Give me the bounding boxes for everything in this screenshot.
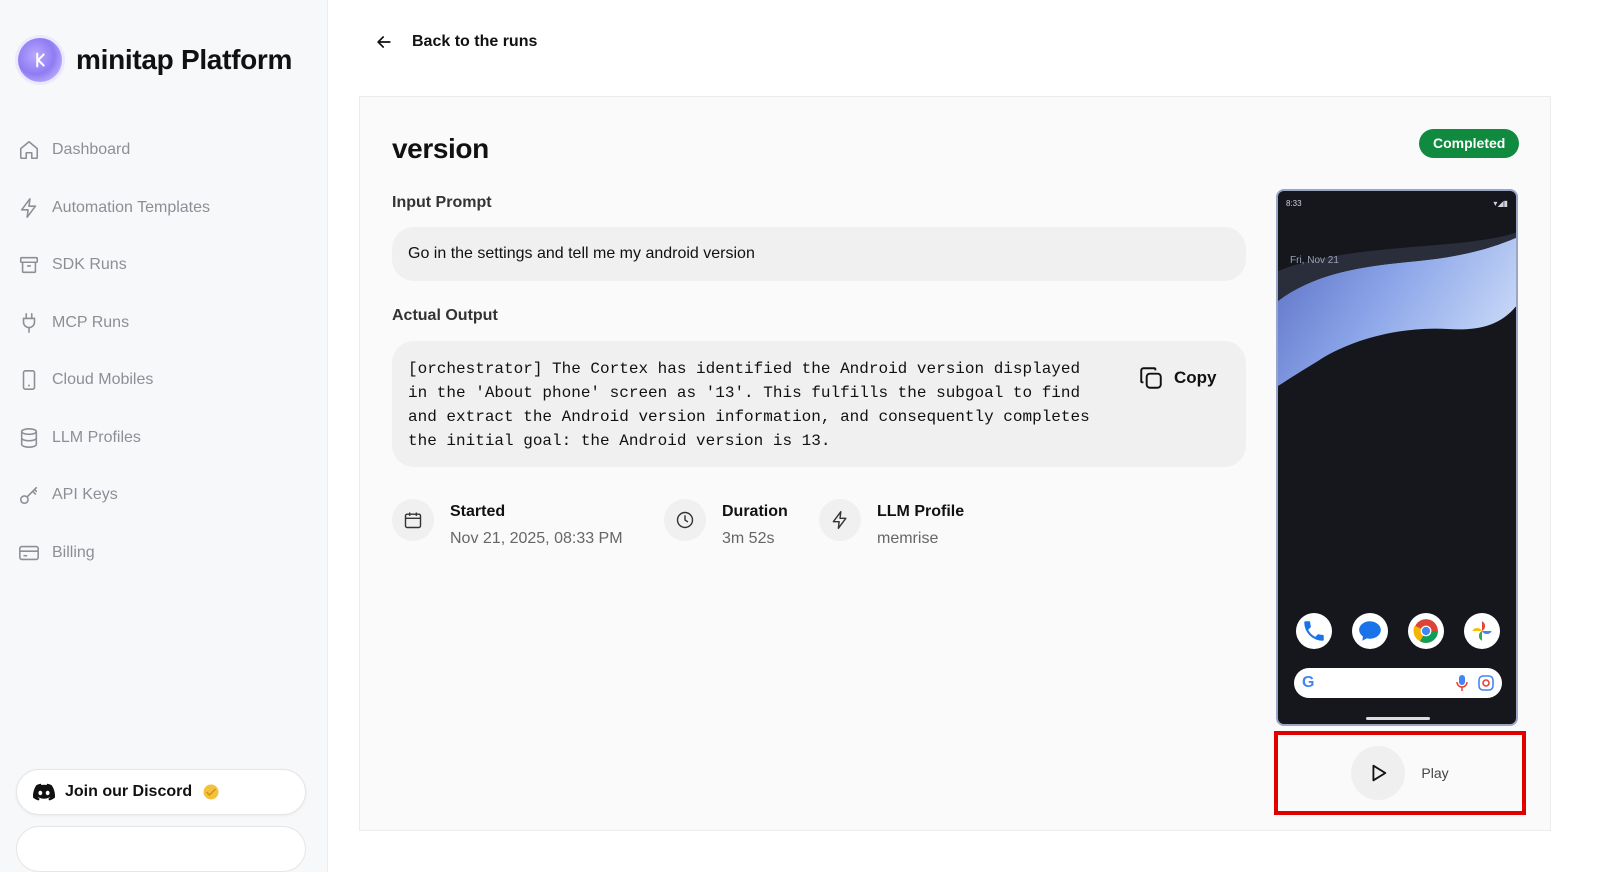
started-meta: Started Nov 21, 2025, 08:33 PM xyxy=(392,499,623,548)
bolt-icon xyxy=(20,197,37,218)
credit-card-icon xyxy=(19,545,39,560)
discord-icon xyxy=(33,783,55,801)
actual-output-box: [orchestrator] The Cortex has identified… xyxy=(392,341,1246,467)
join-discord-button[interactable]: Join our Discord xyxy=(16,769,306,815)
home-indicator xyxy=(1366,717,1430,720)
sidebar-item-api-keys[interactable]: API Keys xyxy=(16,475,312,515)
sidebar-item-cloud-mobiles[interactable]: Cloud Mobiles xyxy=(16,360,312,400)
sidebar-item-llm-profiles[interactable]: LLM Profiles xyxy=(16,418,312,458)
home-icon xyxy=(19,140,39,160)
started-label: Started xyxy=(450,503,506,520)
duration-value: 3m 52s xyxy=(722,530,775,547)
bolt-icon xyxy=(819,499,861,541)
play-button[interactable] xyxy=(1351,746,1406,800)
input-prompt-text: Go in the settings and tell me my androi… xyxy=(408,245,755,262)
status-badge: Completed xyxy=(1419,129,1520,158)
duration-meta: Duration 3m 52s xyxy=(664,499,788,548)
play-icon xyxy=(1372,764,1387,782)
back-to-runs-link[interactable]: Back to the runs xyxy=(374,32,537,52)
actual-output-text: [orchestrator] The Cortex has identified… xyxy=(408,360,1090,450)
sidebar-item-label: Automation Templates xyxy=(52,198,211,216)
started-value: Nov 21, 2025, 08:33 PM xyxy=(450,530,623,547)
sidebar-item-label: Dashboard xyxy=(52,141,131,158)
chrome-app-icon xyxy=(1408,613,1444,649)
calendar-icon xyxy=(392,499,434,541)
sidebar-item-automation-templates[interactable]: Automation Templates xyxy=(16,188,312,228)
brand-name: minitap Platform xyxy=(76,44,293,75)
copy-label: Copy xyxy=(1174,368,1217,387)
replay-controls: Play xyxy=(1274,731,1526,815)
photos-app-icon xyxy=(1464,613,1500,649)
play-label: Play xyxy=(1421,765,1449,781)
sidebar-item-billing[interactable]: Billing xyxy=(16,533,312,573)
arrow-left-icon xyxy=(377,36,391,48)
messages-app-icon xyxy=(1352,613,1388,649)
app-dock xyxy=(1296,613,1500,649)
device-screenshot: 8:33 ▾◢▮ Fri, Nov 21 G xyxy=(1276,189,1518,726)
back-label: Back to the runs xyxy=(412,33,538,50)
actual-output-label: Actual Output xyxy=(392,307,498,324)
run-detail-card: version Completed Input Prompt Go in the… xyxy=(359,96,1551,831)
sidebar-item-label: Billing xyxy=(52,543,95,561)
lockscreen-date: Fri, Nov 21 xyxy=(1290,255,1339,266)
copy-button[interactable]: Copy xyxy=(1138,365,1217,391)
key-icon xyxy=(19,486,38,505)
secondary-pill-button[interactable] xyxy=(16,826,306,872)
clock-icon xyxy=(664,499,706,541)
status-icons: ▾◢▮ xyxy=(1493,199,1508,208)
status-time: 8:33 xyxy=(1286,199,1302,208)
minitap-logo-icon xyxy=(18,38,62,82)
smartphone-icon xyxy=(22,370,36,390)
sidebar-item-sdk-runs[interactable]: SDK Runs xyxy=(16,245,312,285)
plug-icon xyxy=(22,312,36,333)
discord-label: Join our Discord xyxy=(65,783,193,800)
sidebar-item-label: Cloud Mobiles xyxy=(52,371,154,388)
sidebar-item-dashboard[interactable]: Dashboard xyxy=(16,130,312,170)
sidebar-item-mcp-runs[interactable]: MCP Runs xyxy=(16,303,312,343)
sidebar: minitap Platform Dashboard Automation Te… xyxy=(0,0,328,872)
input-prompt-label: Input Prompt xyxy=(392,194,492,211)
llm-profile-value: memrise xyxy=(877,530,939,547)
database-icon xyxy=(20,427,38,448)
duration-label: Duration xyxy=(722,503,788,520)
sidebar-item-label: API Keys xyxy=(52,486,118,503)
mic-icon xyxy=(1456,675,1468,691)
google-search-bar: G xyxy=(1294,668,1502,698)
status-bar: 8:33 ▾◢▮ xyxy=(1286,199,1508,208)
llm-profile-meta: LLM Profile memrise xyxy=(819,499,964,548)
sidebar-item-label: MCP Runs xyxy=(52,313,130,331)
sidebar-item-label: SDK Runs xyxy=(52,256,127,273)
input-prompt-box: Go in the settings and tell me my androi… xyxy=(392,227,1246,281)
archive-icon xyxy=(19,256,39,274)
sidebar-item-label: LLM Profiles xyxy=(52,428,141,446)
google-logo: G xyxy=(1302,674,1315,691)
run-title: version xyxy=(392,133,489,164)
brand[interactable]: minitap Platform xyxy=(18,38,292,82)
copy-icon xyxy=(1140,367,1162,389)
lens-icon xyxy=(1478,675,1494,691)
sidebar-nav: Dashboard Automation Templates SDK Runs … xyxy=(16,130,312,590)
llm-profile-label: LLM Profile xyxy=(877,503,965,520)
phone-app-icon xyxy=(1296,613,1332,649)
handshake-icon xyxy=(203,784,219,800)
